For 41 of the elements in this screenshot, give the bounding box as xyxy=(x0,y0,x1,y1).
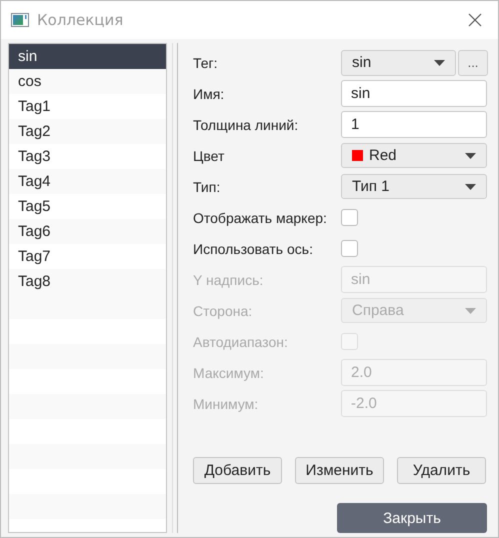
field-label: Тег: xyxy=(193,54,219,70)
input-field[interactable]: sin xyxy=(341,80,487,107)
list-item[interactable]: sin xyxy=(9,44,166,69)
list-item[interactable]: Tag7 xyxy=(9,244,166,269)
dropdown[interactable]: Red xyxy=(341,143,487,168)
field-label: Цвет xyxy=(193,148,226,164)
caret-icon xyxy=(434,60,445,66)
dropdown[interactable]: Тип 1 xyxy=(341,174,487,199)
field-label: Сторона: xyxy=(193,302,254,318)
list-item[interactable]: Tag8 xyxy=(9,269,166,294)
caret-icon xyxy=(465,152,476,158)
field-label: Имя: xyxy=(193,86,226,102)
checkbox[interactable] xyxy=(341,209,358,226)
list-item[interactable]: cos xyxy=(9,69,166,94)
close-button[interactable]: Закрыть xyxy=(337,503,487,533)
list-item[interactable]: Tag2 xyxy=(9,119,166,144)
field-label: Автодиапазон: xyxy=(193,334,289,350)
field-label: Максимум: xyxy=(193,364,265,380)
checkbox[interactable] xyxy=(341,240,358,257)
list-item[interactable]: Tag6 xyxy=(9,219,166,244)
field-label: Минимум: xyxy=(193,396,260,412)
action-button[interactable]: Удалить xyxy=(397,457,486,484)
field-label: Y надпись: xyxy=(193,272,264,288)
list-item[interactable]: Tag4 xyxy=(9,169,166,194)
list-item[interactable]: Tag1 xyxy=(9,94,166,119)
list-item[interactable]: Tag5 xyxy=(9,194,166,219)
action-button[interactable]: Изменить xyxy=(295,457,384,484)
more-button[interactable]: ... xyxy=(458,50,488,76)
field-label: Отображать маркер: xyxy=(193,210,328,226)
window-title: Коллекция xyxy=(37,11,124,29)
close-icon[interactable] xyxy=(468,13,482,27)
window-icon xyxy=(11,13,29,27)
field-label: Использовать ось: xyxy=(193,240,314,256)
caret-icon xyxy=(465,184,476,190)
dropdown[interactable]: sin xyxy=(341,50,456,76)
field-label: Толщина линий: xyxy=(193,116,300,132)
list-item[interactable]: Tag3 xyxy=(9,144,166,169)
input-field[interactable]: 1 xyxy=(341,111,487,138)
action-button[interactable]: Добавить xyxy=(193,457,282,484)
field-label: Тип: xyxy=(193,178,222,194)
caret-icon xyxy=(465,308,476,314)
